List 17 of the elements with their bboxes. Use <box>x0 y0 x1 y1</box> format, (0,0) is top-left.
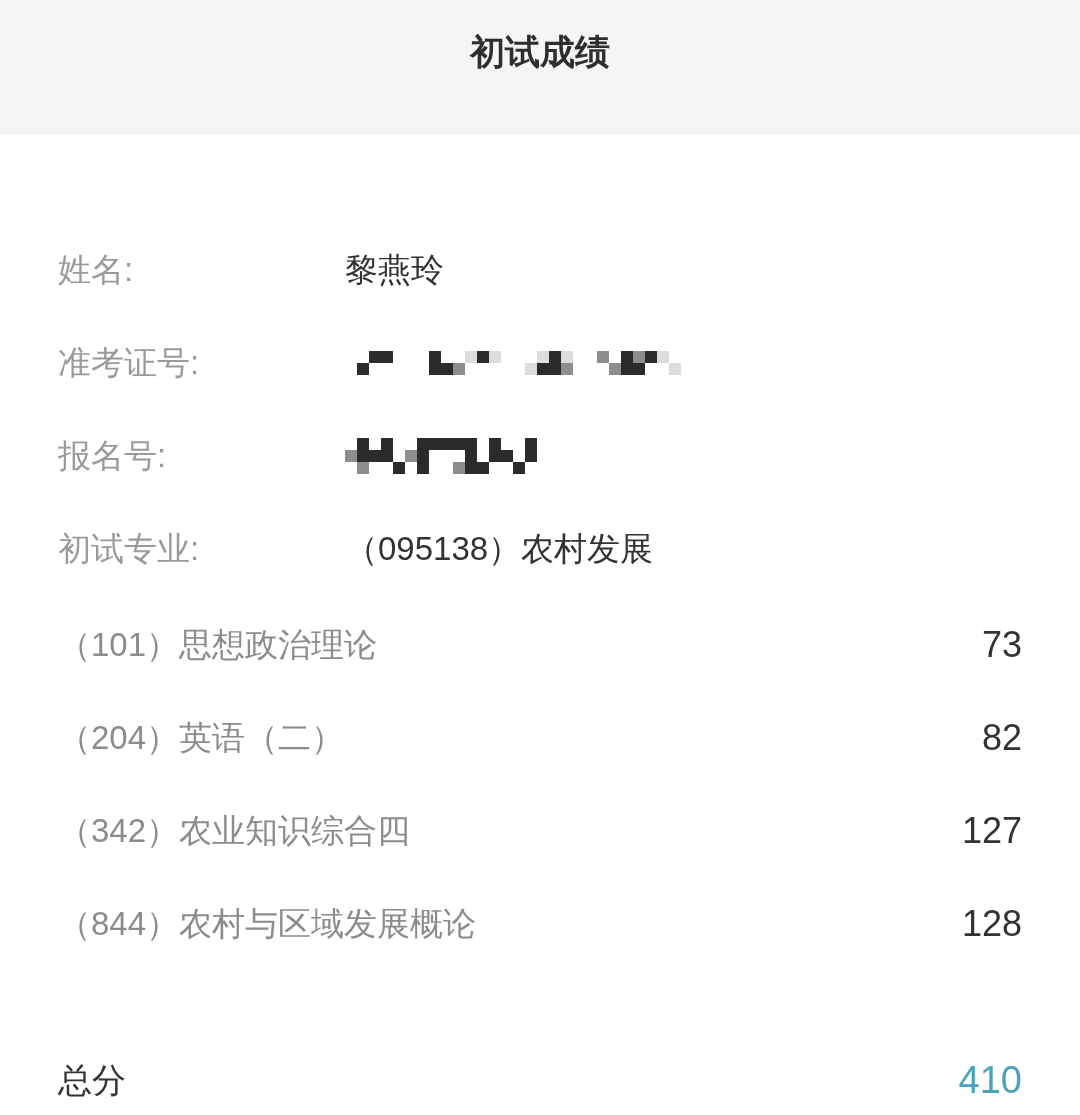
field-value: 黎燕玲 <box>345 249 444 290</box>
subject-score: 82 <box>981 716 1022 759</box>
field-label: 初试专业: <box>58 528 201 569</box>
subject-score: 127 <box>961 809 1022 852</box>
subject-score: 73 <box>981 623 1022 666</box>
total-label: 总分 <box>58 1060 126 1101</box>
field-label: 准考证号: <box>58 342 201 383</box>
subject-score: 128 <box>961 902 1022 945</box>
field-value: （095138）农村发展 <box>345 528 654 569</box>
subject-name: （204）英语（二） <box>58 717 345 758</box>
field-label: 报名号: <box>58 435 168 476</box>
field-label: 姓名: <box>58 249 135 290</box>
page-title: 初试成绩 <box>470 31 610 73</box>
subject-name: （844）农村与区域发展概论 <box>58 903 477 944</box>
subject-name: （342）农业知识综合四 <box>58 810 411 851</box>
subject-name: （101）思想政治理论 <box>58 624 378 665</box>
total-score: 410 <box>958 1058 1022 1102</box>
